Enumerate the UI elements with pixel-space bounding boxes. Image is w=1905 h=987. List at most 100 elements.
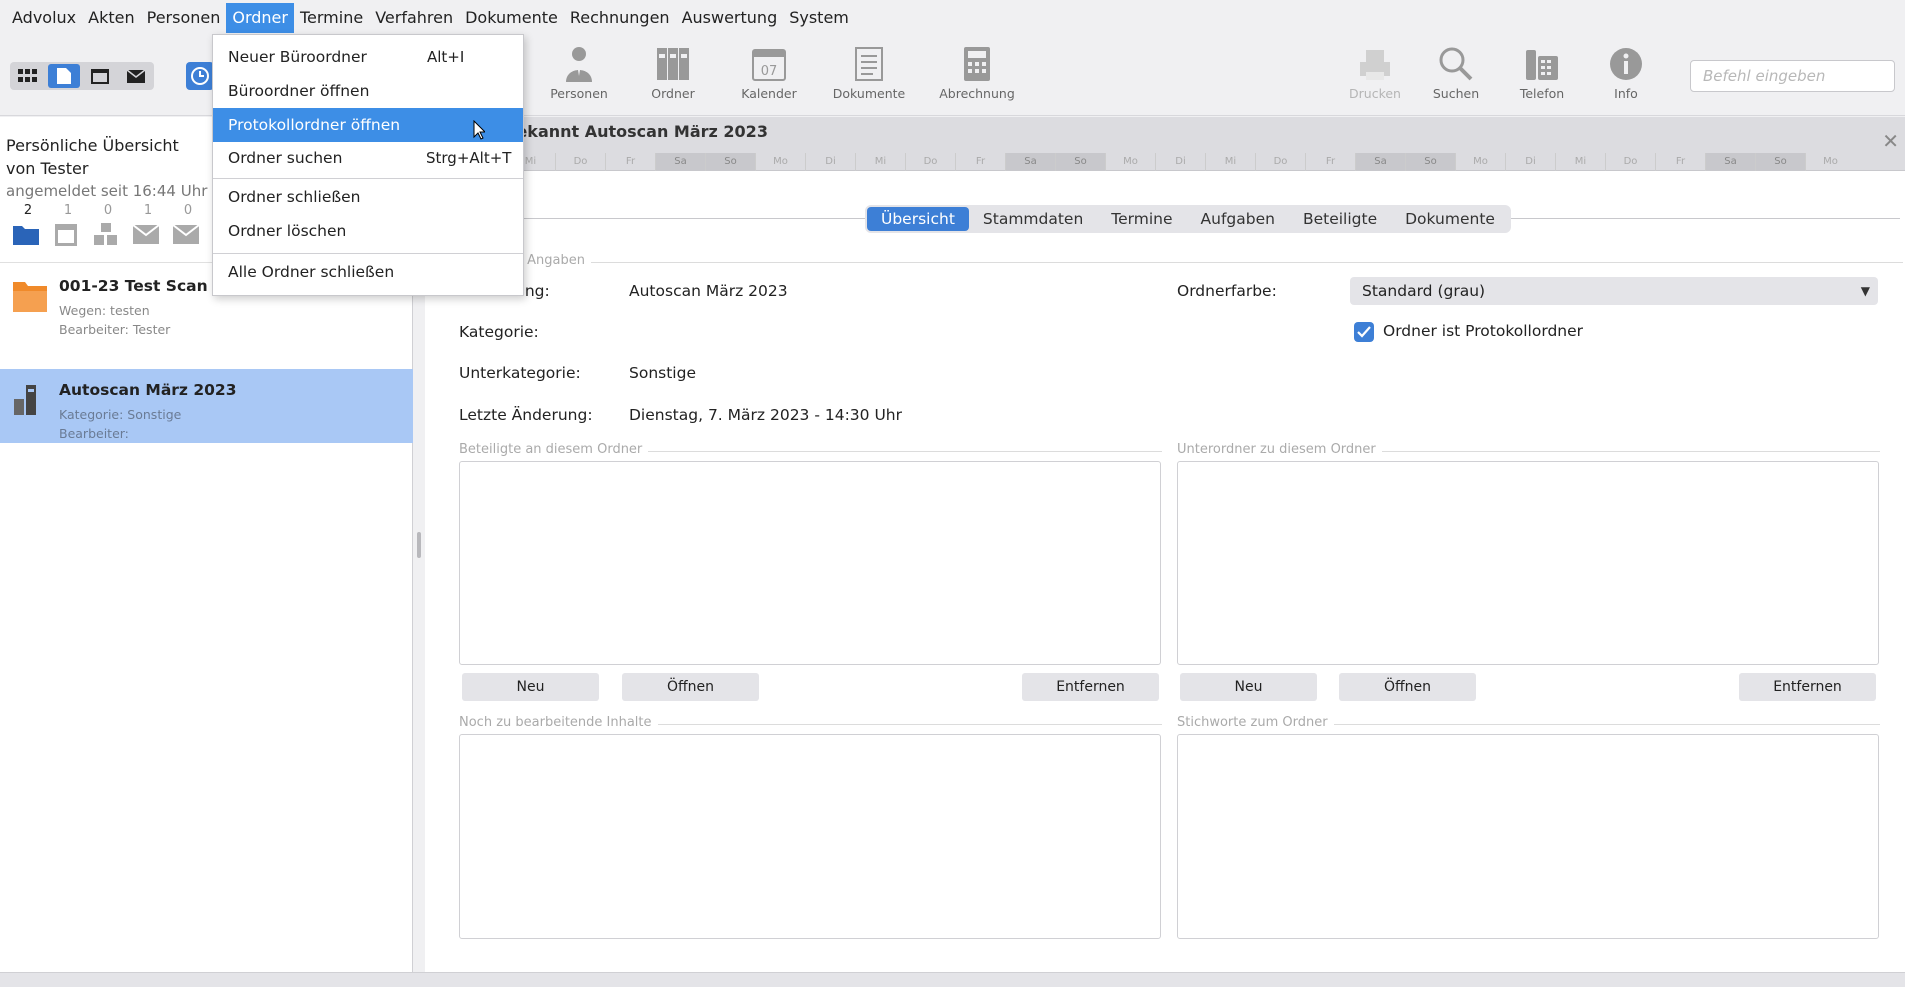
menu-advolux[interactable]: Advolux <box>6 3 82 33</box>
unterordner-oeffnen-button[interactable]: Öffnen <box>1339 673 1476 701</box>
beteiligte-neu-button[interactable]: Neu <box>462 673 599 701</box>
menu-item-protokollordner-oeffnen[interactable]: Protokollordner öffnen <box>213 108 523 142</box>
toolbar-dokumente[interactable]: Dokumente <box>824 46 914 101</box>
menu-item-ordner-loeschen[interactable]: Ordner löschen <box>213 214 523 248</box>
timeline-day[interactable]: Sa <box>1005 153 1055 171</box>
tab-termine[interactable]: Termine <box>1097 207 1186 231</box>
folder-editor: Bearbeiter: Tester <box>59 322 171 337</box>
tab-dokumente[interactable]: Dokumente <box>1391 207 1509 231</box>
unterordner-entfernen-button[interactable]: Entfernen <box>1739 673 1876 701</box>
timeline-day[interactable]: Fr <box>955 153 1005 171</box>
timeline-day[interactable]: Di <box>805 153 855 171</box>
stichworte-section-label: Stichworte zum Ordner <box>1177 715 1334 730</box>
toolbar-suchen[interactable]: Suchen <box>1411 46 1501 101</box>
mail-in-filter-button[interactable] <box>126 220 166 248</box>
document-icon <box>855 47 883 81</box>
menu-akten[interactable]: Akten <box>82 3 140 33</box>
calendar-icon <box>55 224 77 246</box>
toolbar-kalender[interactable]: 07 Kalender <box>724 46 814 101</box>
toolbar-abrechnung[interactable]: Abrechnung <box>932 46 1022 101</box>
count-calendar: 1 <box>63 203 73 218</box>
timeline: Mi Do Fr Sa So Mo Di Mi Do Fr Sa So Mo Di Mi Do Fr Sa So Mo… <box>505 153 1855 171</box>
timeline-day[interactable]: So <box>1405 153 1455 171</box>
timeline-day[interactable]: Sa <box>1355 153 1405 171</box>
splitter-handle[interactable] <box>417 532 421 558</box>
toolbar-telefon[interactable]: Telefon <box>1497 46 1587 101</box>
folder-filter-button[interactable] <box>6 220 46 248</box>
toolbar-drucken[interactable]: Drucken <box>1330 46 1420 101</box>
timeline-day[interactable]: Mi <box>1205 153 1255 171</box>
folder-title-bar: bekannt Autoscan März 2023 ✕ Mi Do Fr Sa So M… <box>425 117 1905 171</box>
unterordner-list[interactable] <box>1177 461 1879 665</box>
tab-beteiligte[interactable]: Beteiligte <box>1289 207 1391 231</box>
timeline-day[interactable]: Do <box>1605 153 1655 171</box>
toolbar-abrechnung-label: Abrechnung <box>939 86 1015 101</box>
menu-auswertung[interactable]: Auswertung <box>676 3 784 33</box>
menu-item-ordner-suchen[interactable]: Ordner suchen Strg+Alt+T <box>213 141 523 175</box>
tasks-filter-button[interactable] <box>86 220 126 248</box>
unterordner-neu-button[interactable]: Neu <box>1180 673 1317 701</box>
calculator-icon <box>964 47 990 81</box>
toolbar-info[interactable]: Info <box>1581 46 1671 101</box>
beteiligte-list[interactable] <box>459 461 1161 665</box>
timeline-day[interactable]: Do <box>555 153 605 171</box>
calendar-day: 07 <box>761 64 778 79</box>
menu-verfahren[interactable]: Verfahren <box>369 3 459 33</box>
stichworte-text[interactable] <box>1177 734 1879 939</box>
folder-list-item[interactable]: Autoscan März 2023 Kategorie: Sonstige B… <box>0 369 413 443</box>
clock-button[interactable] <box>186 62 214 90</box>
timeline-day[interactable]: Mo <box>1105 153 1155 171</box>
ordnerfarbe-select[interactable]: Standard (grau) ▼ <box>1350 277 1878 305</box>
inhalte-list[interactable] <box>459 734 1161 939</box>
tab-aufgaben[interactable]: Aufgaben <box>1187 207 1289 231</box>
timeline-day[interactable]: Mo <box>1805 153 1855 171</box>
mail-view-button[interactable] <box>120 64 152 88</box>
timeline-day[interactable]: Fr <box>1655 153 1705 171</box>
menu-item-ordner-schliessen[interactable]: Ordner schließen <box>213 180 523 214</box>
toolbar-personen[interactable]: Personen <box>534 46 624 101</box>
menu-dokumente[interactable]: Dokumente <box>459 3 564 33</box>
timeline-day[interactable]: Mo <box>755 153 805 171</box>
menu-personen[interactable]: Personen <box>141 3 227 33</box>
grid-view-button[interactable] <box>12 64 44 88</box>
timeline-day[interactable]: Do <box>1255 153 1305 171</box>
timeline-day[interactable]: So <box>1055 153 1105 171</box>
timeline-day[interactable]: Sa <box>1705 153 1755 171</box>
menu-item-label: Ordner schließen <box>228 188 361 206</box>
timeline-day[interactable]: Mi <box>855 153 905 171</box>
timeline-day[interactable]: Mi <box>1555 153 1605 171</box>
toolbar-ordner[interactable]: Ordner <box>628 46 718 101</box>
tab-uebersicht[interactable]: Übersicht <box>867 207 969 231</box>
menu-item-label: Ordner löschen <box>228 222 347 240</box>
protokollordner-label: Ordner ist Protokollordner <box>1383 322 1584 340</box>
section-general-label: e Angaben <box>515 253 591 268</box>
menu-item-neuer-bueroordner[interactable]: Neuer Büroordner Alt+I <box>213 40 523 74</box>
menu-item-alle-ordner-schliessen[interactable]: Alle Ordner schließen <box>213 255 523 289</box>
command-input[interactable] <box>1690 60 1895 92</box>
timeline-day[interactable]: Mo <box>1455 153 1505 171</box>
calendar-view-button[interactable] <box>84 64 116 88</box>
timeline-day[interactable]: Fr <box>1305 153 1355 171</box>
timeline-day[interactable]: Do <box>905 153 955 171</box>
menu-system[interactable]: System <box>783 3 855 33</box>
menu-rechnungen[interactable]: Rechnungen <box>564 3 676 33</box>
close-icon[interactable]: ✕ <box>1882 129 1899 153</box>
timeline-day[interactable]: Di <box>1505 153 1555 171</box>
beteiligte-oeffnen-button[interactable]: Öffnen <box>622 673 759 701</box>
menu-termine[interactable]: Termine <box>294 3 369 33</box>
timeline-day[interactable]: Di <box>1155 153 1205 171</box>
timeline-day[interactable]: So <box>1755 153 1805 171</box>
calendar-filter-button[interactable] <box>46 220 86 248</box>
folder-view-button[interactable] <box>48 64 80 88</box>
mail-out-filter-button[interactable] <box>166 220 206 248</box>
menu-item-bueroordner-oeffnen[interactable]: Büroordner öffnen <box>213 74 523 108</box>
beteiligte-entfernen-button[interactable]: Entfernen <box>1022 673 1159 701</box>
timeline-day[interactable]: So <box>705 153 755 171</box>
counts-icons <box>6 220 206 248</box>
menu-ordner[interactable]: Ordner <box>226 3 294 33</box>
tab-stammdaten[interactable]: Stammdaten <box>969 207 1097 231</box>
timeline-day[interactable]: Fr <box>605 153 655 171</box>
protokollordner-checkbox[interactable] <box>1354 322 1374 342</box>
ordnerfarbe-value: Standard (grau) <box>1362 282 1486 300</box>
timeline-day[interactable]: Sa <box>655 153 705 171</box>
